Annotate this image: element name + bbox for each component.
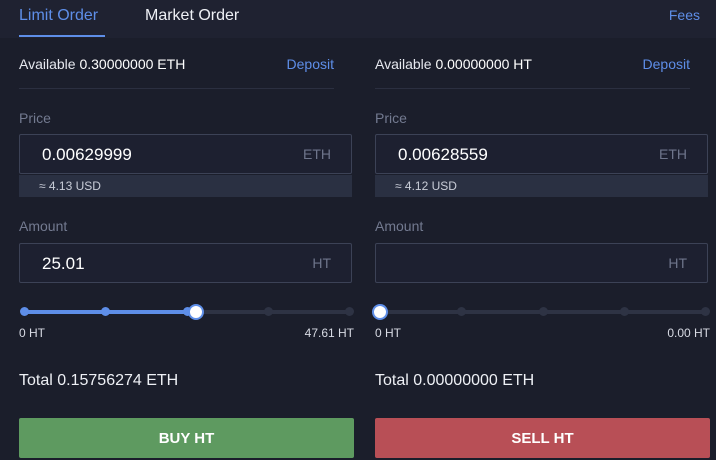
sell-available-label: Available — [375, 56, 432, 72]
sell-price-field[interactable]: ETH — [375, 134, 708, 175]
buy-amount-label: Amount — [19, 218, 68, 234]
tab-limit-order[interactable]: Limit Order — [19, 6, 98, 26]
sell-button[interactable]: SELL HT — [375, 418, 710, 458]
slider-step-25[interactable] — [101, 307, 111, 316]
sell-price-unit: ETH — [659, 146, 687, 162]
buy-button[interactable]: BUY HT — [19, 418, 354, 458]
sell-price-input[interactable] — [396, 135, 650, 175]
buy-total-value: 0.15756274 ETH — [57, 372, 179, 389]
buy-price-label: Price — [19, 110, 51, 126]
sell-total-value: 0.00000000 ETH — [413, 372, 535, 389]
sell-amount-slider[interactable] — [372, 304, 710, 320]
sell-slider-min-label: 0 HT — [375, 326, 402, 340]
buy-slider-max-label: 47.61 HT — [304, 326, 354, 340]
slider-handle[interactable] — [188, 304, 205, 320]
buy-deposit-link[interactable]: Deposit — [287, 56, 334, 72]
slider-step-0[interactable] — [20, 307, 29, 316]
slider-step-75[interactable] — [619, 307, 629, 316]
sell-amount-input[interactable] — [396, 244, 650, 284]
buy-available-value: 0.30000000 ETH — [79, 56, 186, 72]
slider-step-50[interactable] — [538, 307, 548, 316]
buy-amount-slider[interactable] — [19, 304, 354, 320]
sell-price-usd-approx: ≈ 4.12 USD — [375, 175, 708, 197]
order-type-tabs: Limit Order Market Order Fees — [0, 0, 716, 38]
slider-handle[interactable] — [372, 304, 388, 320]
buy-panel: Available 0.30000000 ETH Deposit Price E… — [19, 38, 354, 460]
slider-step-100[interactable] — [701, 307, 710, 316]
active-tab-underline — [19, 35, 105, 37]
divider — [375, 88, 690, 89]
buy-price-unit: ETH — [303, 146, 331, 162]
buy-amount-field[interactable]: HT — [19, 243, 352, 284]
buy-price-field[interactable]: ETH — [19, 134, 352, 175]
sell-amount-field[interactable]: HT — [375, 243, 708, 284]
buy-amount-input[interactable] — [40, 244, 294, 284]
buy-total-label: Total — [19, 372, 53, 389]
slider-track-fill — [24, 310, 197, 314]
sell-total: Total 0.00000000 ETH — [375, 372, 534, 390]
sell-deposit-link[interactable]: Deposit — [643, 56, 690, 72]
slider-step-100[interactable] — [345, 307, 354, 316]
buy-price-usd-approx: ≈ 4.13 USD — [19, 175, 352, 197]
sell-slider-max-label: 0.00 HT — [667, 326, 710, 340]
slider-step-75[interactable] — [263, 307, 273, 316]
sell-available-row: Available 0.00000000 HT Deposit — [375, 56, 710, 72]
buy-available-label: Available — [19, 56, 76, 72]
divider — [19, 88, 334, 89]
sell-amount-label: Amount — [375, 218, 424, 234]
buy-price-input[interactable] — [40, 135, 294, 175]
buy-amount-unit: HT — [312, 255, 331, 271]
sell-panel: Available 0.00000000 HT Deposit Price ET… — [372, 38, 710, 460]
sell-total-label: Total — [375, 372, 409, 389]
sell-amount-unit: HT — [668, 255, 687, 271]
sell-available-value: 0.00000000 HT — [435, 56, 532, 72]
sell-price-label: Price — [375, 110, 407, 126]
fees-link[interactable]: Fees — [669, 7, 700, 23]
buy-available-row: Available 0.30000000 ETH Deposit — [19, 56, 354, 72]
slider-step-25[interactable] — [457, 307, 467, 316]
buy-slider-min-label: 0 HT — [19, 326, 46, 340]
tab-market-order[interactable]: Market Order — [145, 6, 239, 26]
buy-total: Total 0.15756274 ETH — [19, 372, 178, 390]
